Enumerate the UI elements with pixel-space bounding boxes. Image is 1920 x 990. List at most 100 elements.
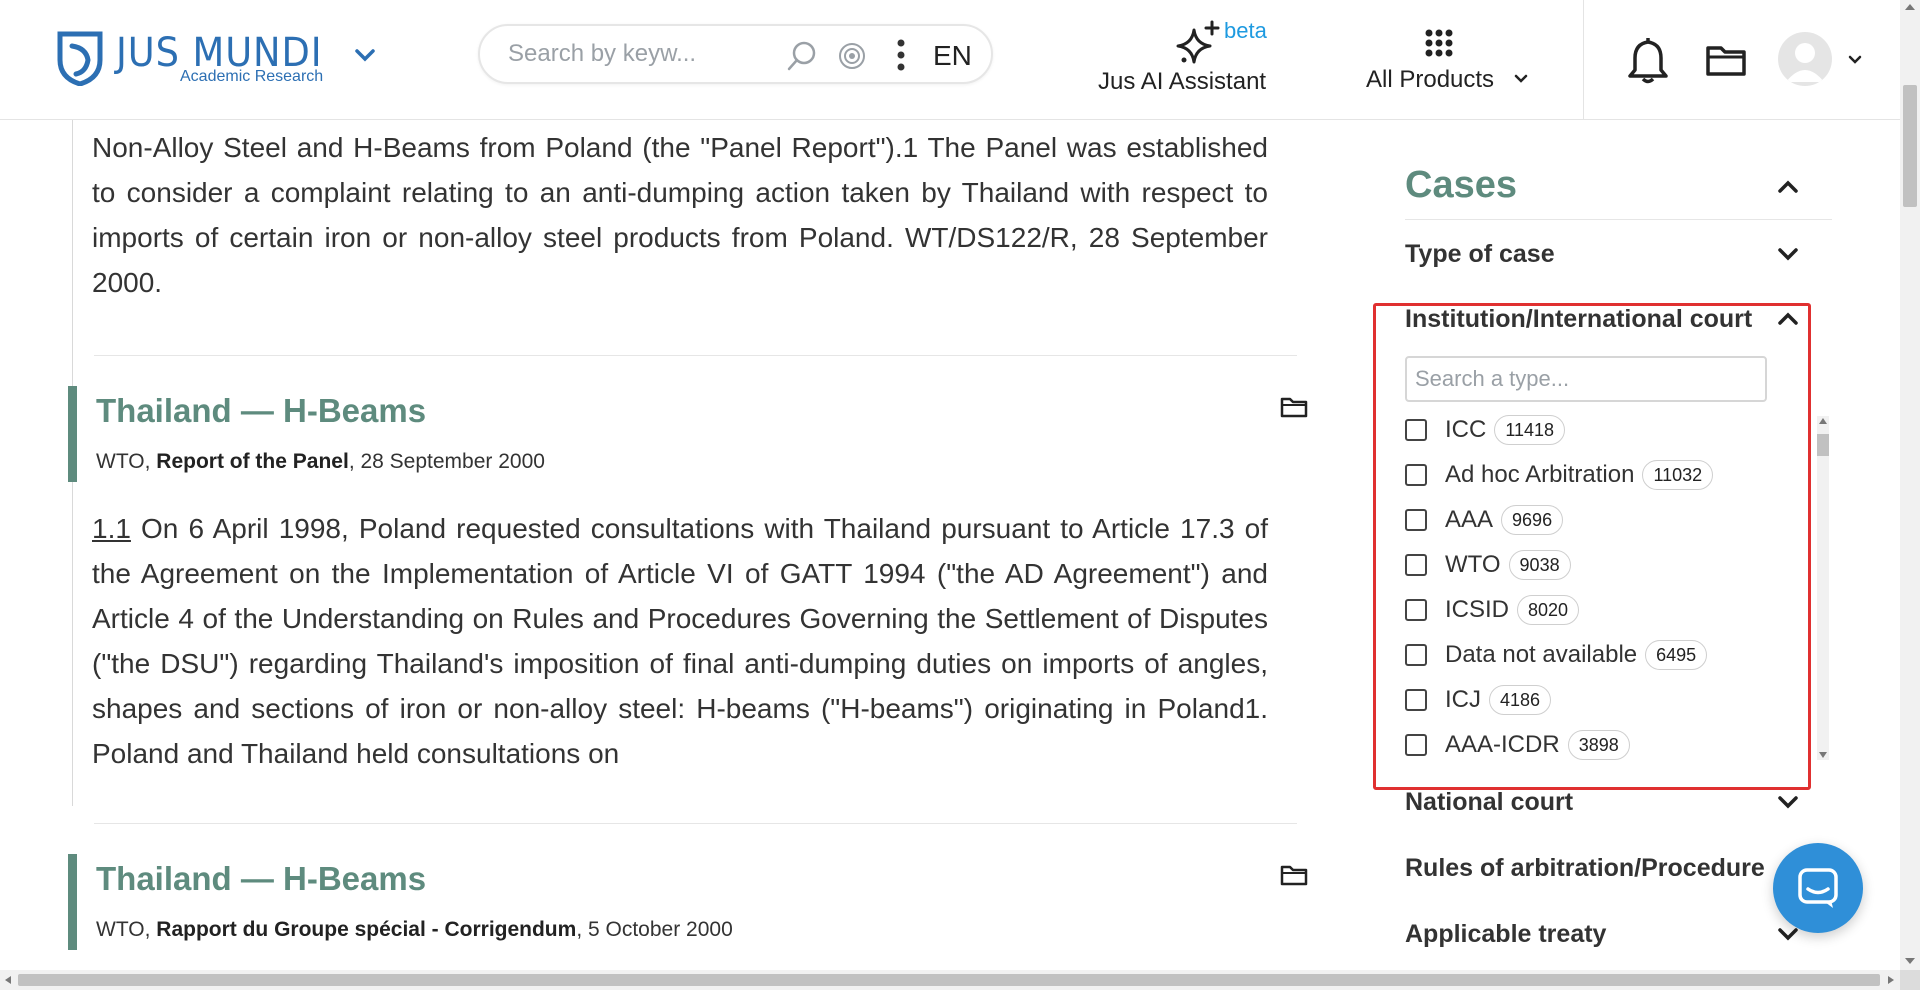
logo-subtitle: Academic Research	[180, 68, 324, 85]
chevron-up-icon[interactable]	[1777, 312, 1799, 326]
result-doc-type: Report of the Panel	[156, 450, 349, 473]
chevron-down-icon[interactable]	[1848, 55, 1862, 65]
all-products-menu[interactable]: All Products	[1364, 24, 1534, 94]
scroll-down-icon[interactable]	[1819, 752, 1827, 758]
chevron-down-icon[interactable]	[354, 48, 376, 62]
result-title[interactable]: Thailand — H-Beams	[96, 860, 426, 898]
search-bar: EN	[478, 24, 993, 84]
option-icsid[interactable]: ICSID 8020	[1405, 593, 1580, 627]
result-divider-line	[72, 120, 73, 418]
bell-icon[interactable]	[1626, 38, 1670, 84]
vertical-scrollbar-thumb[interactable]	[1903, 85, 1917, 207]
section-divider	[1405, 219, 1832, 220]
scroll-right-icon[interactable]	[1888, 976, 1894, 984]
option-icc[interactable]: ICC 11418	[1405, 413, 1566, 447]
chat-launcher-button[interactable]	[1773, 843, 1863, 933]
checkbox[interactable]	[1405, 509, 1427, 531]
option-aaa-icdr[interactable]: AAA-ICDR 3898	[1405, 728, 1630, 762]
page-vertical-scrollbar[interactable]	[1900, 0, 1920, 970]
option-count: 11032	[1642, 460, 1714, 490]
result-institution: WTO,	[96, 918, 157, 941]
result-separator	[94, 355, 1297, 356]
search-icon[interactable]	[786, 40, 818, 72]
option-count: 9696	[1501, 505, 1564, 535]
scroll-left-icon[interactable]	[5, 976, 11, 984]
chevron-down-icon	[1514, 74, 1528, 83]
option-aaa[interactable]: AAA 9696	[1405, 503, 1564, 537]
filter-sidebar: Cases Type of case Institution/Internati…	[1405, 120, 1835, 970]
folder-icon[interactable]	[1280, 864, 1308, 886]
avatar-icon[interactable]	[1778, 32, 1832, 86]
scroll-up-icon[interactable]	[1905, 4, 1915, 10]
option-label: Data not available	[1445, 641, 1638, 668]
chevron-down-icon[interactable]	[1777, 247, 1799, 261]
option-count: 4186	[1489, 685, 1552, 715]
option-wto[interactable]: WTO 9038	[1405, 548, 1571, 582]
filter-national-court[interactable]: National court	[1405, 788, 1573, 817]
cases-section-title: Cases	[1405, 164, 1517, 206]
options-scrollbar[interactable]	[1817, 416, 1829, 760]
result-date: , 5 October 2000	[576, 918, 733, 941]
folder-icon[interactable]	[1706, 44, 1746, 76]
folder-icon[interactable]	[1280, 396, 1308, 418]
horizontal-scrollbar-thumb[interactable]	[18, 974, 1880, 986]
top-header: JUS MUNDI Academic Research EN	[0, 0, 1900, 120]
options-scrollbar-thumb[interactable]	[1817, 434, 1829, 456]
filter-institution[interactable]: Institution/International court	[1405, 305, 1752, 334]
result-date: , 28 September 2000	[348, 450, 545, 473]
logo[interactable]: JUS MUNDI Academic Research	[56, 30, 323, 86]
scroll-up-icon[interactable]	[1819, 418, 1827, 424]
chevron-up-icon[interactable]	[1777, 180, 1799, 194]
target-icon[interactable]	[838, 42, 866, 70]
page-horizontal-scrollbar[interactable]	[0, 970, 1900, 990]
result-institution: WTO,	[96, 450, 157, 473]
header-divider	[1583, 0, 1584, 120]
checkbox[interactable]	[1405, 599, 1427, 621]
result-card: Thailand — H-Beams WTO, Rapport du Group…	[68, 854, 1308, 970]
language-selector[interactable]: EN	[933, 40, 972, 72]
option-icj[interactable]: ICJ 4186	[1405, 683, 1552, 717]
checkbox[interactable]	[1405, 554, 1427, 576]
result-excerpt: 1.1 On 6 April 1998, Poland requested co…	[92, 506, 1268, 776]
search-input[interactable]	[508, 39, 748, 69]
sparkles-icon	[1176, 20, 1220, 64]
grid-icon	[1425, 29, 1453, 57]
chat-icon	[1798, 868, 1838, 908]
ai-assistant-button[interactable]: beta Jus AI Assistant	[1096, 18, 1296, 102]
result-accent-bar	[68, 854, 77, 950]
chevron-down-icon[interactable]	[1777, 927, 1799, 941]
logo-text: JUS MUNDI Academic Research	[112, 30, 323, 86]
option-data-not-available[interactable]: Data not available 6495	[1405, 638, 1708, 672]
checkbox[interactable]	[1405, 419, 1427, 441]
paragraph-number[interactable]: 1.1	[92, 513, 131, 544]
search-results: . Non-Alloy Steel and H-Beams from Polan…	[0, 120, 1330, 970]
more-vertical-icon[interactable]	[896, 38, 906, 72]
checkbox[interactable]	[1405, 644, 1427, 666]
option-count: 9038	[1508, 550, 1571, 580]
scrollbar-corner	[1900, 970, 1920, 990]
checkbox[interactable]	[1405, 464, 1427, 486]
chevron-down-icon[interactable]	[1777, 795, 1799, 809]
type-search-input[interactable]	[1405, 356, 1767, 402]
filter-applicable-treaty[interactable]: Applicable treaty	[1405, 920, 1606, 949]
ai-assistant-label: Jus AI Assistant	[1098, 68, 1267, 95]
result-meta: WTO, Report of the Panel, 28 September 2…	[96, 450, 545, 474]
filter-rules-of-arbitration[interactable]: Rules of arbitration/Procedure	[1405, 854, 1765, 883]
scroll-down-icon[interactable]	[1905, 958, 1915, 964]
filter-type-of-case[interactable]: Type of case	[1405, 240, 1555, 269]
checkbox[interactable]	[1405, 734, 1427, 756]
result-title[interactable]: Thailand — H-Beams	[96, 392, 426, 430]
checkbox[interactable]	[1405, 689, 1427, 711]
option-ad-hoc-arbitration[interactable]: Ad hoc Arbitration 11032	[1405, 458, 1714, 492]
option-count: 11418	[1494, 415, 1566, 445]
result-separator	[94, 823, 1297, 824]
option-label: ICJ	[1445, 686, 1481, 713]
result-meta: WTO, Rapport du Groupe spécial - Corrige…	[96, 918, 733, 942]
result-accent-bar	[68, 386, 77, 482]
institution-options: ICC 11418 Ad hoc Arbitration 11032 AAA 9…	[1405, 410, 1830, 762]
excerpt-text: Non-Alloy Steel and H-Beams from Poland …	[92, 132, 1268, 298]
option-count: 6495	[1645, 640, 1708, 670]
result-excerpt: . Non-Alloy Steel and H-Beams from Polan…	[92, 120, 1268, 305]
option-label: ICC	[1445, 416, 1487, 443]
result-doc-type: Rapport du Groupe spécial - Corrigendum	[156, 918, 577, 941]
